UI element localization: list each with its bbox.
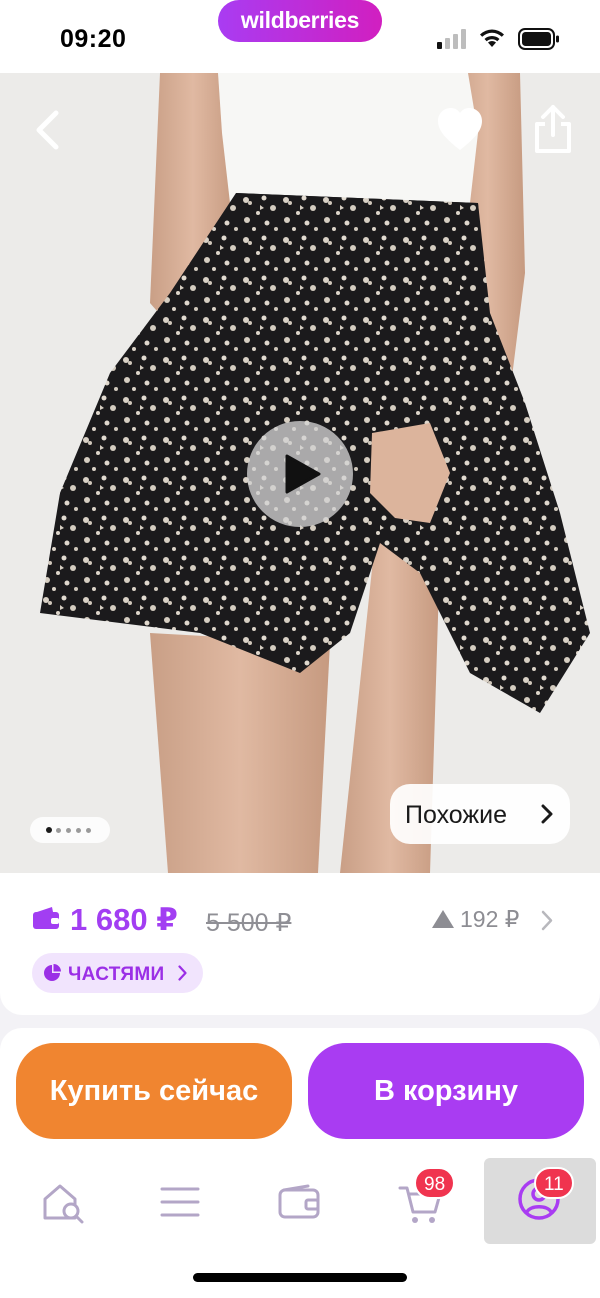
old-price: 5 500 ₽ <box>206 909 292 937</box>
installments-label: ЧАСТЯМИ <box>68 964 165 985</box>
tab-profile[interactable]: 11 <box>484 1158 596 1244</box>
play-video-button[interactable] <box>247 421 353 527</box>
cellular-signal-icon <box>437 29 466 49</box>
gallery-dot <box>76 828 81 833</box>
heart-icon[interactable] <box>436 107 484 153</box>
add-to-cart-button[interactable]: В корзину <box>308 1043 584 1139</box>
current-price: 1 680 ₽ <box>70 902 178 937</box>
installments-button[interactable]: ЧАСТЯМИ <box>32 953 203 993</box>
price-details-chevron-icon[interactable] <box>541 910 553 931</box>
chevron-right-icon <box>541 804 553 824</box>
chevron-right-icon <box>178 965 187 981</box>
wallet-price-icon <box>33 907 59 929</box>
share-icon[interactable] <box>530 103 576 155</box>
tab-cart[interactable]: 98 <box>364 1158 476 1244</box>
play-icon <box>285 454 321 494</box>
price-drop-value: 192 ₽ <box>460 906 520 932</box>
similar-label: Похожие <box>405 801 508 829</box>
gallery-page-indicator <box>30 817 110 843</box>
status-time: 09:20 <box>60 25 127 53</box>
profile-notification-badge: 11 <box>534 1167 574 1199</box>
price-card: 1 680 ₽ 5 500 ₽ 192 ₽ ЧАСТЯМИ <box>0 873 600 1015</box>
battery-icon <box>518 28 559 50</box>
buy-now-button[interactable]: Купить сейчас <box>16 1043 292 1139</box>
tab-catalog[interactable] <box>124 1158 236 1244</box>
gallery-dot <box>66 828 71 833</box>
status-bar: 09:20 wildberries <box>0 0 600 73</box>
home-indicator <box>193 1273 407 1282</box>
catalog-menu-icon <box>160 1187 200 1217</box>
pie-chart-icon <box>44 964 61 981</box>
price-drop-triangle-icon <box>432 910 454 928</box>
tab-wallet[interactable] <box>244 1158 356 1244</box>
gallery-dot <box>86 828 91 833</box>
price-drop: 192 ₽ <box>432 906 519 933</box>
cart-count-badge: 98 <box>414 1167 456 1199</box>
wallet-icon <box>278 1184 320 1219</box>
brand-logo: wildberries <box>218 0 382 42</box>
bottom-tab-bar: 98 11 <box>0 1158 600 1248</box>
gallery-dot <box>56 828 61 833</box>
similar-products-button[interactable]: Похожие <box>390 784 570 844</box>
tab-home[interactable] <box>5 1158 117 1244</box>
product-gallery[interactable]: Похожие <box>0 73 600 873</box>
home-search-icon <box>43 1184 84 1224</box>
wifi-icon <box>480 29 504 47</box>
gallery-dot <box>46 827 52 833</box>
back-arrow-icon[interactable] <box>26 105 72 155</box>
